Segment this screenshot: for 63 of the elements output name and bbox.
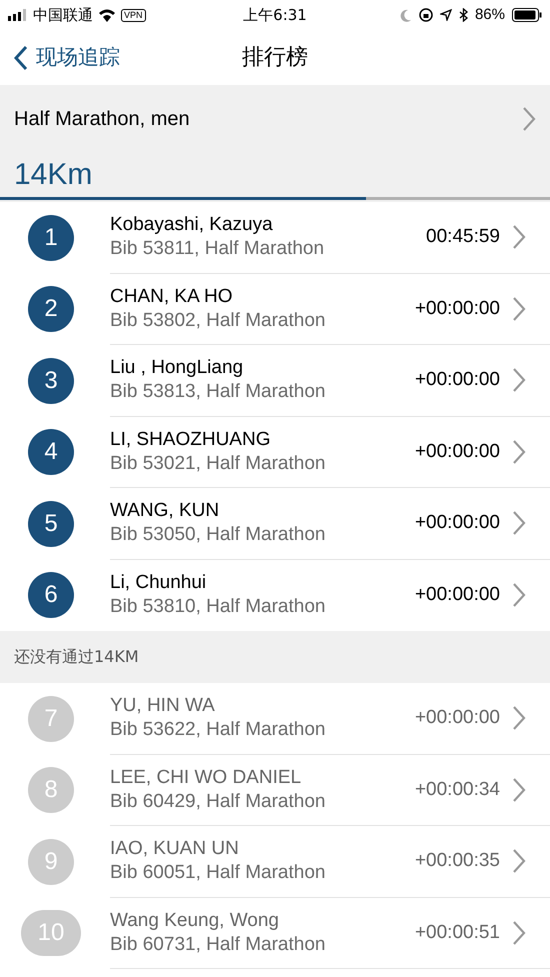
- runner-time: +00:00:00: [414, 583, 500, 607]
- runner-time: +00:00:00: [414, 440, 500, 464]
- runner-name: CHAN, KA HO: [110, 284, 234, 309]
- runner-name: Wang Keung, Wong: [110, 908, 280, 933]
- runner-name: Li, Chunhui: [110, 571, 208, 596]
- location-arrow-icon: [440, 9, 452, 21]
- page-title: 排行榜: [242, 44, 308, 72]
- chevron-right-icon: [512, 705, 526, 732]
- runner-detail: Bib 53622, Half Marathon: [110, 718, 326, 742]
- runner-time: +00:00:00: [414, 368, 500, 392]
- chevron-right-icon: [512, 776, 526, 803]
- runner-time: +00:00:34: [414, 778, 500, 802]
- runner-detail: Bib 60429, Half Marathon: [110, 790, 326, 814]
- signal-icon: [8, 9, 28, 21]
- runner-time: +00:00:00: [414, 296, 500, 320]
- battery-percent: 86%: [474, 4, 505, 25]
- runner-name: YU, HIN WA: [110, 694, 216, 718]
- back-button[interactable]: 现场追踪: [14, 42, 120, 74]
- runner-detail: Bib 60051, Half Marathon: [110, 861, 326, 886]
- runner-name: IAO, KUAN UN: [110, 837, 240, 862]
- rank-badge: 4: [28, 429, 74, 476]
- rank-badge: 2: [28, 286, 74, 332]
- rank-badge: 1: [28, 214, 74, 261]
- battery-icon: [512, 8, 542, 22]
- runner-detail: Bib 60731, Half Marathon: [110, 932, 326, 957]
- rotation-lock-icon: [418, 8, 433, 22]
- chevron-right-icon: [512, 582, 526, 608]
- bluetooth-icon: [458, 8, 468, 22]
- chevron-right-icon: [512, 296, 526, 322]
- rank-badge: 3: [28, 358, 74, 404]
- runner-name: Liu , HongLiang: [110, 356, 244, 380]
- chevron-right-icon: [522, 106, 536, 132]
- clock: 上午6:31: [243, 4, 307, 26]
- wifi-icon: [98, 8, 116, 22]
- chevron-right-icon: [512, 920, 526, 946]
- runner-time: +00:00:51: [414, 920, 500, 944]
- vpn-badge: VPN: [121, 8, 146, 22]
- chevron-right-icon: [512, 438, 526, 465]
- runner-detail: Bib 53021, Half Marathon: [110, 452, 326, 476]
- runner-time: +00:00:35: [414, 849, 500, 873]
- runner-time: +00:00:00: [414, 511, 500, 535]
- chevron-right-icon: [512, 367, 526, 394]
- runner-name: Kobayashi, Kazuya: [110, 213, 274, 238]
- chevron-right-icon: [512, 224, 526, 250]
- rank-badge: 6: [28, 572, 74, 618]
- runner-time: +00:00:00: [414, 706, 500, 730]
- runner-detail: Bib 53050, Half Marathon: [110, 523, 326, 548]
- moon-icon: [400, 8, 412, 22]
- runner-name: LI, SHAOZHUANG: [110, 428, 272, 452]
- chevron-right-icon: [512, 510, 526, 536]
- chevron-right-icon: [512, 848, 526, 874]
- runner-detail: Bib 53811, Half Marathon: [110, 237, 326, 262]
- runner-name: LEE, CHI WO DANIEL: [110, 766, 302, 790]
- runner-time: 00:45:59: [426, 225, 500, 249]
- runner-detail: Bib 53802, Half Marathon: [110, 308, 326, 333]
- chevron-left-icon: [14, 44, 28, 70]
- runner-detail: Bib 53813, Half Marathon: [110, 380, 326, 404]
- runner-name: WANG, KUN: [110, 499, 220, 524]
- category-selector[interactable]: Half Marathon, men: [0, 85, 550, 153]
- rank-badge: 5: [28, 500, 74, 547]
- runner-detail: Bib 53810, Half Marathon: [110, 595, 326, 620]
- carrier-label: 中国联通: [33, 4, 93, 26]
- section-title: 还没有通过14KM: [14, 646, 139, 668]
